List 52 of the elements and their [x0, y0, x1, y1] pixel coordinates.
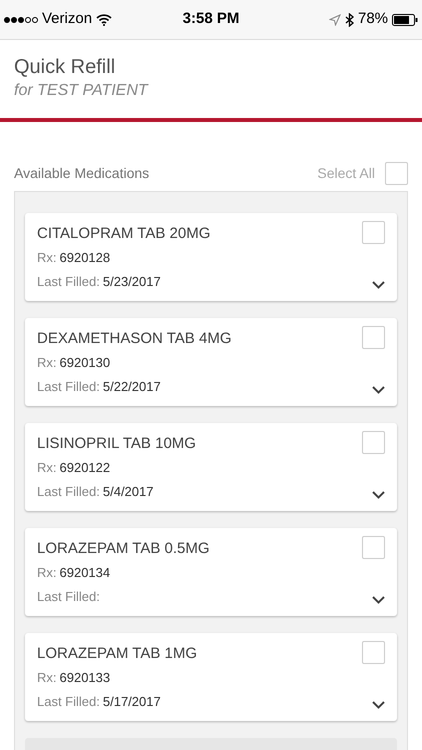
medication-checkbox[interactable] — [362, 536, 385, 559]
patient-subtitle: for TEST PATIENT — [14, 81, 148, 101]
location-arrow-icon — [328, 14, 341, 26]
clock-time: 3:58 PM — [182, 9, 240, 30]
medication-card[interactable]: LORAZEPAM TAB 0.5MG Rx: 6920134 Last Filled: — [25, 528, 397, 616]
section-label: Available Medications — [14, 164, 150, 182]
page-title: Quick Refill — [14, 55, 116, 80]
medication-checkbox[interactable] — [362, 431, 385, 454]
last-filled-label: Last Filled: — [37, 273, 100, 291]
rx-label: Rx: — [37, 249, 56, 267]
medication-name: DEXAMETHASON TAB 4MG — [37, 329, 232, 349]
chevron-down-icon[interactable] — [372, 386, 385, 394]
chevron-down-icon[interactable] — [372, 701, 385, 709]
last-filled-date: 5/22/2017 — [102, 378, 161, 396]
chevron-down-icon[interactable] — [372, 491, 385, 499]
last-filled-date: 5/4/2017 — [102, 483, 154, 501]
select-all-checkbox[interactable] — [385, 162, 408, 184]
medication-name: LORAZEPAM TAB 0.5MG — [37, 539, 211, 559]
last-filled-date: 5/23/2017 — [102, 273, 161, 291]
select-all-label: Select All — [317, 164, 375, 182]
last-filled-label: Last Filled: — [37, 378, 100, 396]
rx-label: Rx: — [37, 669, 56, 687]
medication-checkbox[interactable] — [362, 641, 385, 664]
medication-card[interactable]: CITALOPRAM TAB 20MG Rx: 6920128 Last Filled: 5/23/2017 — [25, 213, 397, 301]
rx-label: Rx: — [37, 459, 56, 477]
last-filled-date: 5/17/2017 — [102, 693, 161, 711]
medication-card[interactable]: LORAZEPAM TAB 1MG Rx: 6920133 Last Filled: 5/17/2017 — [25, 633, 397, 721]
rx-number: 6920134 — [60, 564, 110, 582]
rx-number: 6920128 — [60, 249, 110, 267]
medication-name: LISINOPRIL TAB 10MG — [37, 434, 197, 454]
rx-label: Rx: — [37, 354, 56, 372]
medication-checkbox[interactable] — [362, 221, 385, 244]
carrier-name: Verizon — [42, 9, 92, 30]
battery-icon — [392, 14, 418, 26]
signal-icon — [4, 16, 38, 22]
medication-card[interactable]: LISINOPRIL TAB 10MG Rx: 6920122 Last Filled: 5/4/2017 — [25, 423, 397, 511]
medication-checkbox[interactable] — [362, 326, 385, 349]
chevron-down-icon[interactable] — [372, 596, 385, 604]
wifi-icon — [96, 14, 112, 26]
rx-number: 6920122 — [60, 459, 110, 477]
rx-label: Rx: — [37, 564, 56, 582]
medication-card[interactable]: DEXAMETHASON TAB 4MG Rx: 6920130 Last Filled: 5/22/2017 — [25, 318, 397, 406]
medication-name: CITALOPRAM TAB 20MG — [37, 224, 212, 244]
last-filled-label: Last Filled: — [37, 693, 100, 711]
rx-number: 6920133 — [60, 669, 110, 687]
medication-name: LORAZEPAM TAB 1MG — [37, 644, 198, 664]
last-filled-label: Last Filled: — [37, 483, 100, 501]
battery-percent: 78% — [358, 9, 388, 30]
rx-number: 6920130 — [60, 354, 110, 372]
last-filled-label: Last Filled: — [37, 588, 100, 606]
chevron-down-icon[interactable] — [372, 281, 385, 289]
bluetooth-icon — [344, 12, 354, 26]
